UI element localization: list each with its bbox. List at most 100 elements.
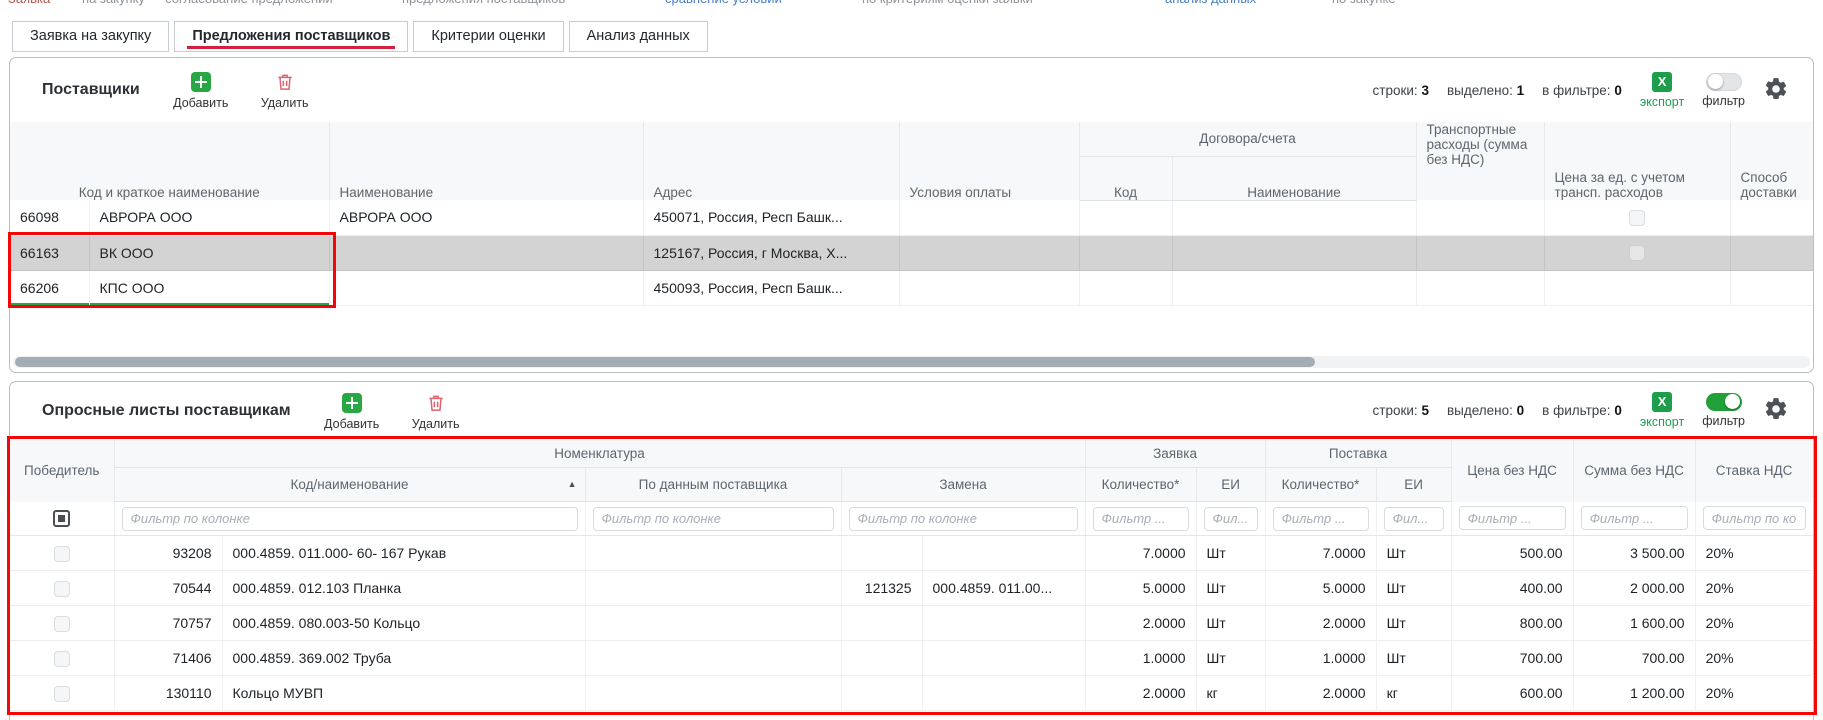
cell-replacement-name[interactable] — [922, 641, 1085, 676]
cell-unit-supply[interactable]: Шт — [1376, 641, 1451, 676]
cell-address[interactable]: 125167, Россия, г Москва, Х... — [643, 235, 899, 270]
cell-replacement-name[interactable] — [922, 536, 1085, 571]
cell-code[interactable]: 70757 — [114, 606, 222, 641]
filter-unit-request-input[interactable] — [1204, 507, 1258, 531]
cell-code[interactable]: 66206 — [10, 270, 89, 305]
filter-supplier-data-input[interactable] — [593, 507, 834, 531]
cell-winner[interactable] — [10, 571, 114, 606]
filter-unit-supply-input[interactable] — [1384, 507, 1444, 531]
column-header-code-name[interactable]: Код/наименование ▲ — [114, 468, 585, 502]
tab-supplier-offers[interactable]: Предложения поставщиков — [174, 21, 408, 52]
column-header-supplier-data[interactable]: По данным поставщика — [585, 468, 841, 502]
column-header-unit-supply[interactable]: ЕИ — [1376, 468, 1451, 502]
cell-unit-request[interactable]: Шт — [1196, 571, 1265, 606]
cell-replacement-code[interactable] — [841, 641, 922, 676]
checkbox-icon[interactable] — [54, 616, 70, 632]
cell-code[interactable]: 71406 — [114, 641, 222, 676]
filter-sum-input[interactable] — [1581, 506, 1688, 530]
cell-name[interactable]: 000.4859. 080.003-50 Кольцо — [222, 606, 585, 641]
column-header-transport-costs[interactable]: Транспортные расходы (сумма без НДС) — [1416, 122, 1544, 200]
add-sheet-button[interactable]: Добавить — [323, 391, 381, 431]
cell-transport[interactable] — [1416, 235, 1544, 270]
cell-qty-supply[interactable]: 5.0000 — [1265, 571, 1376, 606]
cell-qty-supply[interactable]: 7.0000 — [1265, 536, 1376, 571]
column-header-contract-code[interactable]: Код — [1079, 156, 1172, 200]
cell-sum[interactable]: 1 200.00 — [1573, 676, 1695, 711]
cell-unit-request[interactable]: кг — [1196, 676, 1265, 711]
export-excel-button[interactable]: X экспорт — [1640, 72, 1684, 109]
column-header-payment-terms[interactable]: Условия оплаты — [899, 122, 1079, 200]
supplier-row-selected[interactable]: 66163 ВК ООО 125167, Россия, г Москва, Х… — [10, 235, 1814, 270]
horizontal-scrollbar[interactable] — [13, 356, 1810, 368]
cell-price[interactable]: 800.00 — [1451, 606, 1573, 641]
cell-unit-request[interactable]: Шт — [1196, 641, 1265, 676]
cell-vat[interactable]: 20% — [1695, 676, 1813, 711]
column-header-unit-price-transport[interactable]: Цена за ед. с учетом трансп. расходов — [1544, 122, 1730, 200]
cell-price[interactable]: 700.00 — [1451, 641, 1573, 676]
sheet-row[interactable]: 71406 000.4859. 369.002 Труба 1.0000 Шт … — [10, 641, 1813, 676]
cell-vat[interactable]: 20% — [1695, 571, 1813, 606]
cell-unit-supply[interactable]: кг — [1376, 676, 1451, 711]
cell-payment[interactable] — [899, 200, 1079, 235]
cell-replacement-code[interactable] — [841, 536, 922, 571]
tab-evaluation-criteria[interactable]: Критерии оценки — [413, 21, 563, 52]
cell-short-name[interactable]: ВК ООО — [89, 235, 329, 270]
cell-payment[interactable] — [899, 270, 1079, 305]
column-header-address[interactable]: Адрес — [643, 122, 899, 200]
checkbox-icon[interactable] — [1629, 245, 1645, 261]
cell-transport[interactable] — [1416, 200, 1544, 235]
sheet-row[interactable]: 93208 000.4859. 011.000- 60- 167 Рукав 7… — [10, 536, 1813, 571]
cell-code[interactable]: 70544 — [114, 571, 222, 606]
cell-code[interactable]: 66163 — [10, 235, 89, 270]
cell-sum[interactable]: 1 600.00 — [1573, 606, 1695, 641]
cell-qty-request[interactable]: 2.0000 — [1085, 676, 1196, 711]
cell-unit-price-flag[interactable] — [1544, 200, 1730, 235]
cell-name[interactable] — [329, 270, 643, 305]
column-header-code-short[interactable]: Код и краткое наименование — [10, 122, 329, 200]
cell-replacement-code[interactable] — [841, 676, 922, 711]
cell-vat[interactable]: 20% — [1695, 606, 1813, 641]
column-header-qty-supply[interactable]: Количество* — [1265, 468, 1376, 502]
sheet-row[interactable]: 70544 000.4859. 012.103 Планка 121325 00… — [10, 571, 1813, 606]
cell-unit-price-flag[interactable] — [1544, 270, 1730, 305]
cell-replacement-code[interactable]: 121325 — [841, 571, 922, 606]
cell-supplier-data[interactable] — [585, 571, 841, 606]
cell-code[interactable]: 66098 — [10, 200, 89, 235]
sort-asc-icon[interactable]: ▲ — [568, 479, 577, 489]
column-header-winner[interactable]: Победитель — [10, 440, 114, 502]
delete-supplier-button[interactable]: Удалить — [256, 70, 314, 110]
delete-sheet-button[interactable]: Удалить — [407, 391, 465, 431]
checkbox-icon[interactable] — [54, 686, 70, 702]
cell-delivery[interactable] — [1730, 200, 1814, 235]
filter-qty-supply-input[interactable] — [1273, 507, 1369, 531]
cell-sum[interactable]: 3 500.00 — [1573, 536, 1695, 571]
sheet-row[interactable]: 130110 Кольцо МУВП 2.0000 кг 2.0000 кг 6… — [10, 676, 1813, 711]
cell-sum[interactable]: 700.00 — [1573, 641, 1695, 676]
cell-contract-code[interactable] — [1079, 270, 1172, 305]
cell-unit-request[interactable]: Шт — [1196, 606, 1265, 641]
sheet-row[interactable]: 70757 000.4859. 080.003-50 Кольцо 2.0000… — [10, 606, 1813, 641]
cell-contract-code[interactable] — [1079, 235, 1172, 270]
checkbox-icon[interactable] — [54, 581, 70, 597]
checkbox-icon[interactable] — [1629, 210, 1645, 226]
column-header-price-no-vat[interactable]: Цена без НДС — [1451, 440, 1573, 502]
cell-unit-supply[interactable]: Шт — [1376, 606, 1451, 641]
column-header-qty-request[interactable]: Количество* — [1085, 468, 1196, 502]
cell-short-name[interactable]: АВРОРА ООО — [89, 200, 329, 235]
cell-price[interactable]: 400.00 — [1451, 571, 1573, 606]
settings-gear-button[interactable] — [1763, 396, 1789, 425]
cell-replacement-name[interactable]: 000.4859. 011.00... — [922, 571, 1085, 606]
cell-unit-price-flag[interactable] — [1544, 235, 1730, 270]
filter-toggle[interactable]: фильтр — [1702, 393, 1745, 428]
filter-price-input[interactable] — [1459, 506, 1566, 530]
cell-contract-code[interactable] — [1079, 200, 1172, 235]
settings-gear-button[interactable] — [1763, 76, 1789, 105]
cell-delivery[interactable] — [1730, 270, 1814, 305]
tab-data-analysis[interactable]: Анализ данных — [569, 21, 708, 52]
cell-replacement-name[interactable] — [922, 606, 1085, 641]
cell-payment[interactable] — [899, 235, 1079, 270]
cell-name[interactable]: 000.4859. 369.002 Труба — [222, 641, 585, 676]
cell-winner[interactable] — [10, 641, 114, 676]
cell-code[interactable]: 130110 — [114, 676, 222, 711]
cell-code[interactable]: 93208 — [114, 536, 222, 571]
